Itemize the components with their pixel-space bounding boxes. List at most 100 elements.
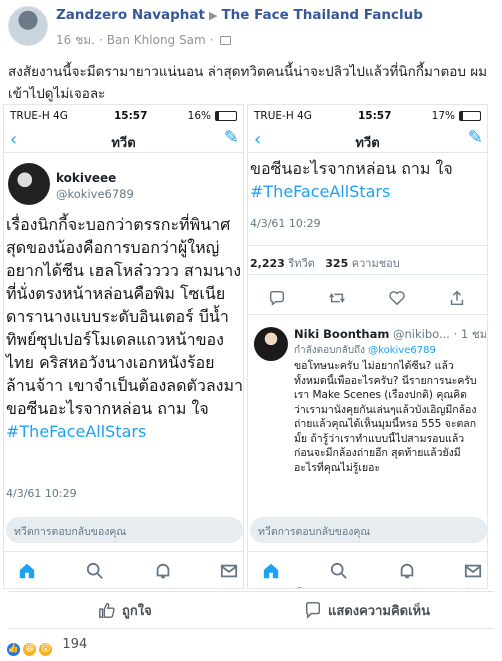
messages-icon[interactable] bbox=[464, 562, 482, 580]
reply-line: อะไรที่คุณไม่รู้เยอะ bbox=[294, 461, 381, 474]
battery-fill bbox=[216, 112, 220, 120]
share-icon[interactable] bbox=[448, 289, 466, 307]
retweet-icon[interactable] bbox=[328, 289, 346, 307]
tweet-line: ขอซีนอะไรจากหล่อน ถาม ใจ bbox=[250, 159, 453, 178]
tweet-hashtag[interactable]: #TheFaceAllStars bbox=[250, 180, 487, 203]
tweet-line: ไทย คริสหอวังนางเอกหนังร้อย bbox=[6, 353, 215, 372]
haha-reaction-icon: 😆 bbox=[22, 642, 38, 657]
like-label: ถูกใจ bbox=[122, 604, 152, 619]
clock: 15:57 bbox=[114, 110, 148, 122]
meta-separator-2: · bbox=[209, 33, 214, 47]
reply-time: · 1 ชม. bbox=[453, 327, 486, 341]
tweet-line: อยากได้ซีน เฮลโหล๋วววว สามนาง bbox=[6, 261, 242, 280]
replying-to: กำลังตอบกลับถึง @kokive6789 bbox=[294, 343, 436, 358]
post-location[interactable]: Ban Khlong Sam bbox=[107, 33, 206, 47]
tweet-line: ล้านจ้าา เขาจำเป็นต้องลดตัวลงมา bbox=[6, 376, 243, 395]
heart-icon[interactable] bbox=[388, 289, 406, 307]
messages-icon[interactable] bbox=[220, 562, 238, 580]
reply-line: มั้ย ถ้ารู้ว่าเราทำแบบนี้ไปสามรอบแล้ว bbox=[294, 432, 465, 445]
tweet-actions bbox=[248, 281, 487, 315]
tweet-author-handle[interactable]: @kokive6789 bbox=[56, 187, 134, 201]
arrow-right-icon: ▶ bbox=[208, 9, 218, 22]
tweet-body: เรื่องนิกกี้จะบอกว่าตรรกะที่พินาศ สุดของ… bbox=[6, 213, 243, 443]
like-label: ความชอบ bbox=[351, 257, 400, 270]
retweet-label: รีทวีต bbox=[288, 257, 315, 270]
group-name[interactable]: The Face Thailand Fanclub bbox=[221, 7, 422, 23]
clock: 15:57 bbox=[358, 110, 392, 122]
notifications-icon[interactable] bbox=[398, 562, 416, 580]
status-bar: TRUE-H 4G 15:57 16% bbox=[4, 105, 243, 127]
search-icon[interactable] bbox=[86, 562, 104, 580]
tweet-author-avatar[interactable] bbox=[8, 163, 50, 205]
status-bar: TRUE-H 4G 15:57 17% bbox=[248, 105, 487, 127]
reply-line: ทั้งหมดนี้เพื่ออะไรครับ? นี่รายการนะครับ bbox=[294, 374, 477, 387]
like-button[interactable]: ถูกใจ bbox=[98, 600, 152, 621]
tweet-body: ขอซีนอะไรจากหล่อน ถาม ใจ #TheFaceAllStar… bbox=[250, 157, 487, 203]
reactions-summary[interactable]: 👍 😆 😮 194 bbox=[6, 637, 88, 657]
home-icon[interactable] bbox=[18, 562, 36, 580]
navbar-title: ทวีต bbox=[355, 136, 380, 151]
reply-body: ขอโทษนะครับ ไม่อยากได้ซีน? แล้ว ทั้งหมดน… bbox=[294, 359, 487, 475]
notifications-icon[interactable] bbox=[154, 562, 172, 580]
reply-line: ถ่ายแล้วคุณได้เห็นมุมนี้หรอ 555 จะตลก bbox=[294, 418, 477, 430]
tweet-line: ขอซีนอะไรจากหล่อน ถาม ใจ bbox=[6, 399, 209, 418]
post-header: Zandzero Navaphat ▶ The Face Thailand Fanc… bbox=[0, 0, 502, 56]
reply-author-handle[interactable]: @nikibo... bbox=[393, 327, 450, 341]
like-reaction-icon: 👍 bbox=[6, 642, 21, 657]
reply-line: ว่าเรามานั่งคุยกันเล่นๆแล้วบังเอิญมีกล้อ… bbox=[294, 403, 477, 416]
retweet-count[interactable]: 2,223 bbox=[250, 257, 285, 270]
battery-percent: 17% bbox=[431, 110, 455, 122]
reply-line: เรา Make Scenes (เรื่องปกติ) คุณคิด bbox=[294, 389, 467, 401]
reply-author-name[interactable]: Niki Boontham bbox=[294, 327, 389, 341]
reply-line: ก่อนจะมีกล้องถ่ายอีก สุดท้ายแล้วยังมี bbox=[294, 447, 461, 459]
tweet-navbar: ‹ ทวีต ✎ bbox=[4, 127, 243, 153]
comment-button[interactable]: แสดงความคิดเห็น bbox=[304, 600, 430, 621]
tweet-navbar: ‹ ทวีต ✎ bbox=[248, 127, 487, 153]
screenshot-left[interactable]: TRUE-H 4G 15:57 16% ‹ ทวีต ✎ kokiveee @k… bbox=[3, 104, 244, 589]
author-line: Zandzero Navaphat ▶ The Face Thailand Fanc… bbox=[56, 7, 423, 23]
tweet-line: ทิพย์ซุปเปอร์โมเดลแถวหน้าของ bbox=[6, 330, 224, 349]
post-action-bar: ถูกใจ แสดงความคิดเห็น bbox=[8, 591, 494, 629]
reply-input[interactable]: ทวีตการตอบกลับของคุณ bbox=[250, 517, 487, 543]
reply-author-line: Niki Boontham @nikibo... · 1 ชม. bbox=[294, 326, 486, 344]
compose-icon[interactable]: ✎ bbox=[224, 127, 239, 148]
post-meta: 16 ชม. · Ban Khlong Sam · bbox=[56, 31, 232, 50]
reaction-count: 194 bbox=[62, 637, 88, 652]
search-icon[interactable] bbox=[330, 562, 348, 580]
carrier-label: TRUE-H 4G bbox=[254, 110, 312, 122]
screenshot-right[interactable]: TRUE-H 4G 15:57 17% ‹ ทวีต ✎ ขอซีนอะไรจา… bbox=[247, 104, 488, 589]
replying-label: กำลังตอบกลับถึง bbox=[294, 345, 365, 356]
meta-separator: · bbox=[98, 33, 103, 47]
tweet-stats: 2,223 รีทวีต 325 ความชอบ bbox=[248, 245, 487, 275]
replying-handle[interactable]: @kokive6789 bbox=[368, 345, 436, 356]
home-icon[interactable] bbox=[262, 562, 280, 580]
carrier-label: TRUE-H 4G bbox=[10, 110, 68, 122]
battery-percent: 16% bbox=[187, 110, 211, 122]
compose-icon[interactable]: ✎ bbox=[468, 127, 483, 148]
reply-line: ขอโทษนะครับ ไม่อยากได้ซีน? แล้ว bbox=[294, 360, 454, 372]
battery-icon bbox=[215, 111, 237, 121]
tweet-hashtag[interactable]: #TheFaceAllStars bbox=[6, 420, 243, 443]
tweet-line: เรื่องนิกกี้จะบอกว่าตรรกะที่พินาศ bbox=[6, 215, 231, 234]
like-count[interactable]: 325 bbox=[325, 257, 348, 270]
tweet-line: ที่นั่งตรงหน้าหล่อนคือพิม โซเนีย bbox=[6, 284, 226, 303]
tweet-author-name[interactable]: kokiveee bbox=[56, 171, 116, 185]
reply-author-avatar[interactable] bbox=[254, 327, 288, 361]
wow-reaction-icon: 😮 bbox=[38, 642, 54, 657]
post-caption: สงสัยงานนี้จะมีดรามายาวแน่นอน ล่าสุดทวิต… bbox=[8, 64, 488, 102]
tweet-date: 4/3/61 10:29 bbox=[250, 217, 321, 230]
author-name[interactable]: Zandzero Navaphat bbox=[56, 7, 205, 23]
reply-icon[interactable] bbox=[268, 289, 286, 307]
battery-icon bbox=[459, 111, 481, 121]
post-time[interactable]: 16 ชม. bbox=[56, 33, 95, 47]
battery-fill bbox=[460, 112, 464, 120]
privacy-icon[interactable] bbox=[220, 36, 232, 45]
comment-label: แสดงความคิดเห็น bbox=[328, 604, 431, 619]
navbar-title: ทวีต bbox=[111, 136, 136, 151]
author-avatar[interactable] bbox=[8, 6, 48, 46]
twitter-tab-bar bbox=[4, 551, 243, 588]
reply-input[interactable]: ทวีตการตอบกลับของคุณ bbox=[6, 517, 243, 543]
twitter-tab-bar bbox=[248, 551, 487, 588]
thumbs-up-icon bbox=[99, 603, 115, 618]
tweet-line: ดารานางแบบระดับอินเตอร์ บีน้ำ bbox=[6, 307, 229, 326]
